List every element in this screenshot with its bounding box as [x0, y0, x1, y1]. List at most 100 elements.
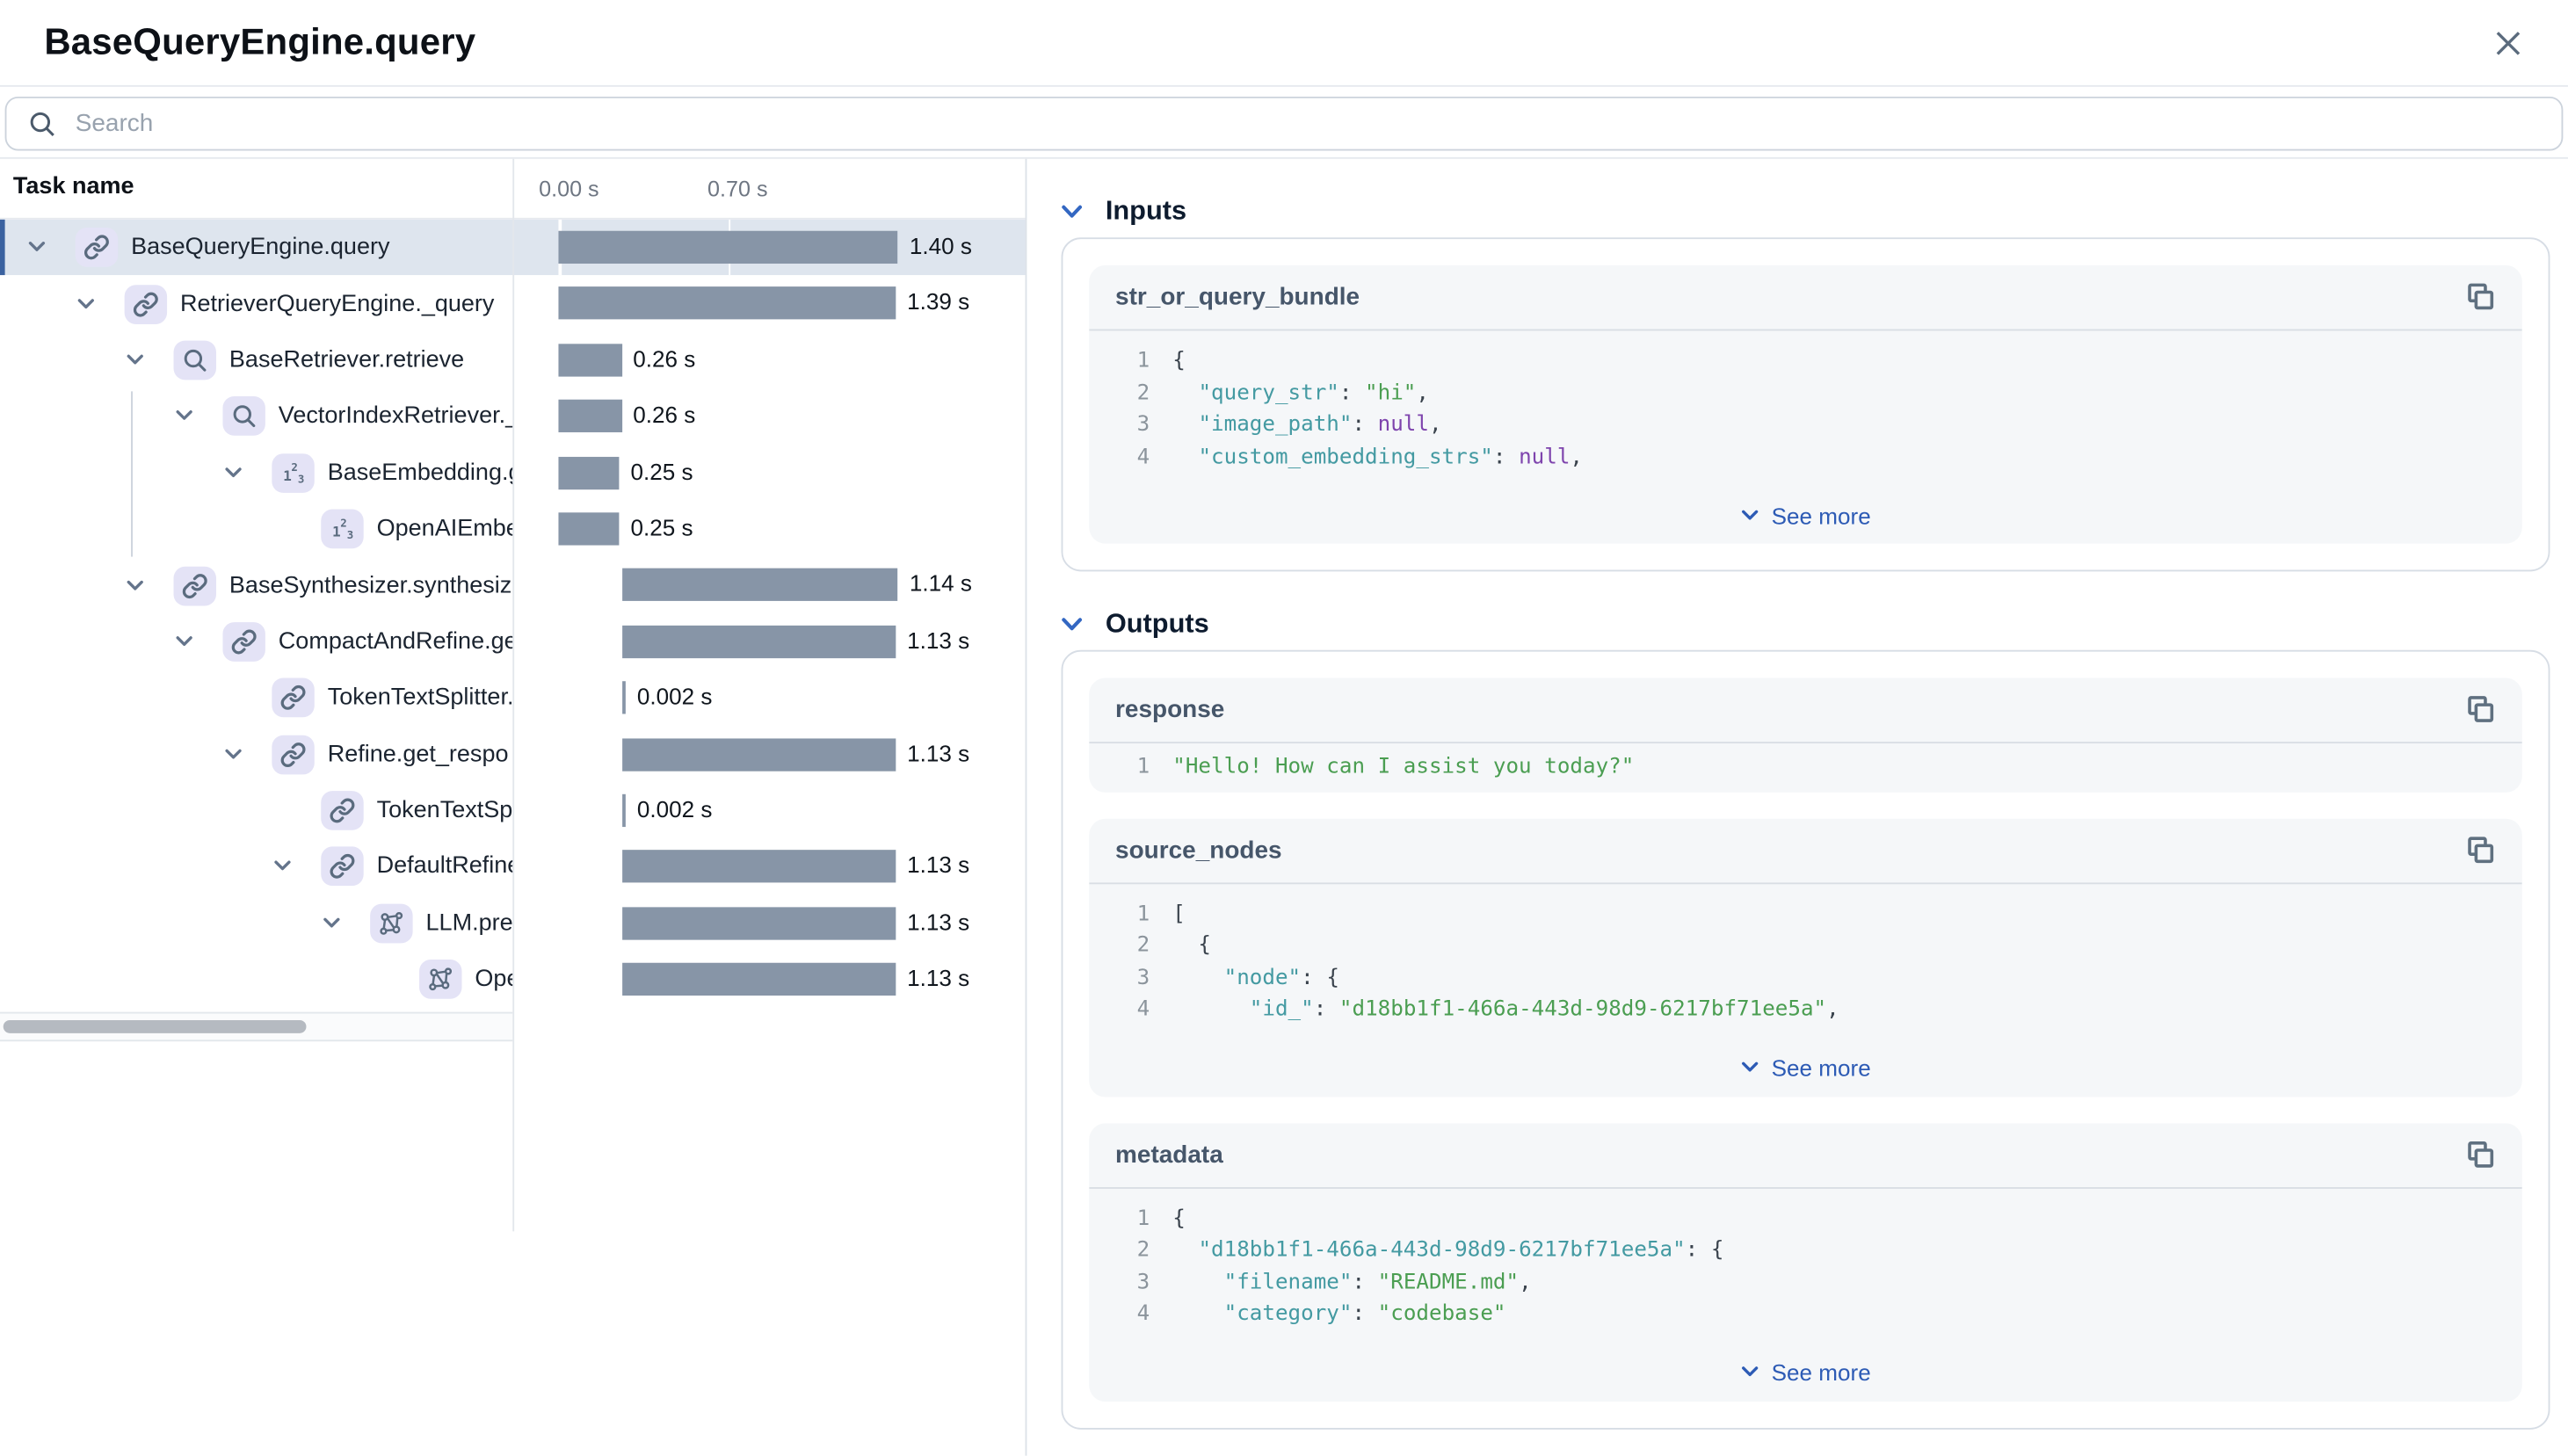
task-name-cell: Ope	[0, 952, 512, 1008]
expand-chevron-icon	[28, 241, 46, 254]
embedding-icon-chip: 123	[321, 510, 363, 549]
outputs-section-toggle[interactable]: Outputs	[1062, 607, 1209, 640]
attribute-title: source_nodes	[1115, 836, 1282, 864]
attribute-card-source_nodes: source_nodes1[2 {3 "node": {4 "id_": "d1…	[1089, 818, 2522, 1097]
copy-button[interactable]	[2460, 278, 2499, 317]
duration-label: 1.13 s	[907, 965, 969, 991]
copy-icon	[2463, 692, 2497, 727]
selected-row-accent	[0, 220, 5, 276]
duration-bar	[621, 569, 898, 601]
see-more-button[interactable]: See more	[1089, 1039, 2522, 1096]
copy-button[interactable]	[2460, 1134, 2499, 1174]
code-line: 1[	[1089, 898, 2522, 930]
line-number: 2	[1089, 930, 1150, 961]
expand-chevron[interactable]	[224, 748, 272, 761]
expand-chevron-icon	[126, 579, 143, 592]
timeline-tick-0: 0.00 s	[539, 177, 599, 201]
task-name-cell: DefaultRefine	[0, 839, 512, 895]
chain-icon	[280, 742, 307, 768]
duration-bar	[558, 400, 621, 432]
code-block: 1{2 "query_str": "hi",3 "image_path": nu…	[1089, 330, 2522, 486]
task-name-cell: Refine.get_respo	[0, 726, 512, 782]
expand-chevron-icon	[175, 410, 192, 424]
code-line: 4 "custom_embedding_strs": null,	[1089, 441, 2522, 473]
task-label: OpenAIEmbe	[377, 516, 513, 542]
svg-text:3: 3	[297, 472, 303, 485]
expand-chevron[interactable]	[175, 635, 222, 648]
search-box[interactable]	[5, 97, 2564, 150]
llm-icon-chip	[370, 903, 412, 943]
task-name-cell: TokenTextSp	[0, 783, 512, 839]
task-label: CompactAndRefine.ge	[279, 628, 512, 655]
expand-chevron[interactable]	[224, 467, 272, 480]
chain-icon	[133, 291, 159, 317]
copy-button[interactable]	[2460, 830, 2499, 870]
close-icon	[2493, 29, 2521, 57]
attribute-card-header: source_nodes	[1089, 818, 2522, 884]
copy-icon	[2463, 280, 2497, 315]
expand-chevron[interactable]	[323, 916, 370, 930]
task-label: BaseQueryEngine.query	[131, 235, 389, 261]
see-more-button[interactable]: See more	[1089, 486, 2522, 543]
duration-bar	[558, 344, 621, 376]
embedding-icon: 123	[329, 516, 357, 542]
expand-chevron[interactable]	[273, 860, 321, 873]
expand-chevron[interactable]	[28, 241, 76, 254]
column-divider	[512, 159, 514, 1232]
chain-icon-chip	[321, 791, 363, 830]
chain-icon-chip	[321, 847, 363, 887]
duration-bar	[621, 851, 896, 883]
duration-label: 1.13 s	[907, 739, 969, 765]
svg-text:2: 2	[290, 460, 296, 474]
detail-panel: Inputs str_or_query_bundle1{2 "query_str…	[1026, 159, 2568, 1456]
horizontal-scrollbar[interactable]	[0, 1012, 512, 1042]
inputs-heading: Inputs	[1106, 196, 1186, 227]
expand-chevron[interactable]	[77, 297, 125, 310]
duration-label: 0.25 s	[630, 458, 693, 484]
inputs-section-toggle[interactable]: Inputs	[1062, 195, 1187, 228]
span-tree-panel: Task name 0.00 s 0.70 s BaseQueryEngine.…	[0, 159, 1026, 1456]
chevron-down-icon	[1740, 1061, 1758, 1075]
task-label: Refine.get_respo	[328, 742, 509, 768]
task-name-cell: RetrieverQueryEngine._query	[0, 276, 512, 332]
task-label: VectorIndexRetriever._	[279, 403, 512, 430]
chain-icon-chip	[174, 566, 216, 605]
task-label: TokenTextSp	[377, 798, 513, 824]
close-button[interactable]	[2486, 21, 2528, 63]
task-name-cell: 123 OpenAIEmbe	[0, 501, 512, 557]
code-line: 2 "query_str": "hi",	[1089, 378, 2522, 409]
attribute-card-header: response	[1089, 677, 2522, 743]
scrollbar-thumb[interactable]	[4, 1020, 307, 1033]
duration-label: 0.26 s	[633, 402, 695, 428]
task-name-cell: LLM.pre	[0, 895, 512, 952]
expand-chevron-icon	[273, 860, 291, 873]
task-label: Ope	[475, 967, 512, 993]
expand-chevron[interactable]	[126, 579, 173, 592]
task-name-column-header: Task name	[13, 174, 134, 200]
svg-text:1: 1	[282, 467, 291, 484]
search-row	[0, 87, 2568, 159]
svg-text:3: 3	[346, 528, 352, 541]
expand-chevron-icon	[77, 297, 95, 310]
duration-bar	[558, 512, 619, 545]
attribute-title: metadata	[1115, 1141, 1223, 1169]
see-more-button[interactable]: See more	[1089, 1344, 2522, 1401]
copy-button[interactable]	[2460, 690, 2499, 729]
duration-bar	[621, 681, 626, 714]
chevron-down-icon	[1740, 1365, 1758, 1379]
retriever-icon	[182, 347, 208, 373]
timeline-tick-1: 0.70 s	[707, 177, 768, 201]
expand-chevron[interactable]	[175, 410, 222, 424]
outputs-heading: Outputs	[1106, 608, 1209, 639]
duration-bar	[621, 794, 626, 827]
expand-chevron[interactable]	[126, 353, 173, 366]
task-label: BaseEmbedding.g	[328, 460, 513, 486]
embedding-icon-chip: 123	[272, 453, 314, 493]
task-name-cell: BaseSynthesizer.synthesiz	[0, 557, 512, 613]
attribute-card-response: response1"Hello! How can I assist you to…	[1089, 677, 2522, 792]
line-number: 3	[1089, 409, 1150, 441]
chain-icon	[330, 798, 356, 824]
search-input[interactable]	[72, 108, 2562, 139]
retriever-icon	[231, 403, 258, 430]
embedding-icon: 123	[279, 460, 308, 486]
